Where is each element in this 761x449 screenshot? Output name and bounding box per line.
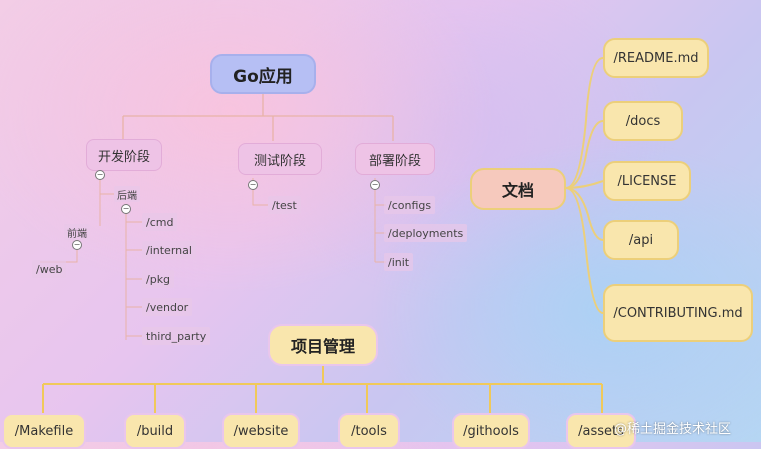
project-hub[interactable]: 项目管理 bbox=[268, 324, 378, 366]
project-item[interactable]: /website bbox=[222, 413, 300, 449]
backend-item[interactable]: /pkg bbox=[142, 270, 175, 288]
backend-item[interactable]: /cmd bbox=[142, 213, 178, 231]
collapse-toggle-dev[interactable]: − bbox=[95, 170, 105, 180]
doc-item-contributing[interactable]: /CONTRIBUTING.md bbox=[603, 284, 753, 342]
backend-label[interactable]: 后端 bbox=[114, 186, 140, 202]
project-item[interactable]: /githools bbox=[452, 413, 530, 449]
project-item[interactable]: /build bbox=[124, 413, 186, 449]
collapse-toggle-frontend[interactable]: − bbox=[72, 240, 82, 250]
collapse-toggle-deploy[interactable]: − bbox=[370, 180, 380, 190]
backend-item[interactable]: /vendor bbox=[142, 298, 193, 316]
doc-item-readme[interactable]: /README.md bbox=[603, 38, 709, 78]
project-item[interactable]: /tools bbox=[338, 413, 400, 449]
backend-item[interactable]: third_party bbox=[142, 327, 211, 345]
deploy-item[interactable]: /deployments bbox=[384, 224, 468, 242]
doc-item-api[interactable]: /api bbox=[603, 220, 679, 260]
watermark: @稀土掘金技术社区 bbox=[614, 422, 732, 437]
doc-item-docs[interactable]: /docs bbox=[603, 101, 683, 141]
backend-item[interactable]: /internal bbox=[142, 241, 196, 259]
docs-hub[interactable]: 文档 bbox=[470, 168, 566, 210]
test-item[interactable]: /test bbox=[268, 196, 301, 214]
stage-deploy[interactable]: 部署阶段 bbox=[355, 143, 435, 175]
deploy-item[interactable]: /configs bbox=[384, 196, 436, 214]
frontend-label[interactable]: 前端 bbox=[64, 224, 90, 240]
frontend-item[interactable]: /web bbox=[32, 260, 67, 278]
deploy-item[interactable]: /init bbox=[384, 253, 414, 271]
collapse-toggle-test[interactable]: − bbox=[248, 180, 258, 190]
root-node[interactable]: Go应用 bbox=[210, 54, 316, 94]
stage-dev[interactable]: 开发阶段 bbox=[86, 139, 162, 171]
collapse-toggle-backend[interactable]: − bbox=[121, 204, 131, 214]
doc-item-license[interactable]: /LICENSE bbox=[603, 161, 691, 201]
stage-test[interactable]: 测试阶段 bbox=[238, 143, 322, 175]
project-item[interactable]: /Makefile bbox=[2, 413, 86, 449]
